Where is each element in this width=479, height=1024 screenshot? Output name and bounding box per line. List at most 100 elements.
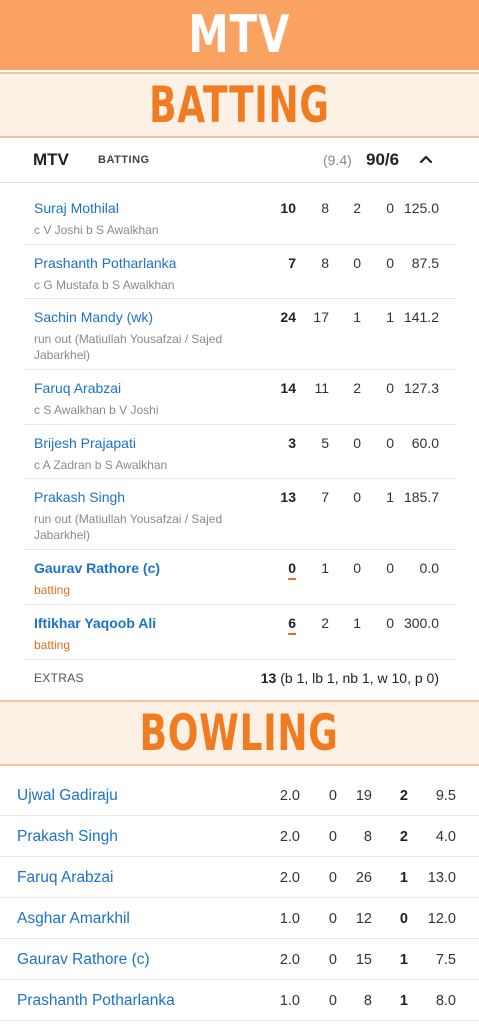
- bowler-row[interactable]: Asghar Amarkhil 1.0 0 12 0 12.0: [0, 899, 479, 939]
- bowler-wickets: 1: [399, 952, 408, 968]
- bowler-name[interactable]: Gaurav Rathore (c): [17, 951, 150, 969]
- bowler-name[interactable]: Prashanth Potharlanka: [17, 992, 175, 1010]
- bowler-economy: 4.0: [435, 829, 456, 845]
- batter-dismissal: batting: [34, 583, 71, 597]
- team-banner-title: MTV: [188, 5, 291, 65]
- batter-name[interactable]: Prakash Singh: [34, 489, 125, 505]
- batter-strike-rate: 127.3: [403, 380, 439, 396]
- batter-strike-rate: 185.7: [403, 489, 439, 505]
- batter-name[interactable]: Prashanth Potharlanka: [34, 255, 176, 271]
- bowler-row[interactable]: Faruq Arabzai 2.0 0 26 1 13.0: [0, 858, 479, 898]
- batting-section-banner: BATTING: [0, 72, 479, 138]
- extras-row: EXTRAS 13 (b 1, lb 1, nb 1, w 10, p 0): [24, 660, 456, 696]
- batter-row[interactable]: Prashanth Potharlanka c G Mustafa b S Awa…: [24, 245, 456, 299]
- batter-runs: 24: [280, 309, 296, 325]
- batter-runs: 13: [280, 489, 296, 505]
- batter-row[interactable]: Gaurav Rathore (c) batting 0 1 0 0 0.0: [24, 550, 456, 605]
- batter-dismissal: run out (Matiullah Yousafzai / Sajed Jab…: [34, 332, 223, 362]
- extras-value: 13 (b 1, lb 1, nb 1, w 10, p 0): [261, 670, 439, 686]
- bowling-section-banner: BOWLING: [0, 700, 479, 766]
- batter-sixes: 0: [386, 380, 394, 396]
- batter-runs: 14: [280, 380, 296, 396]
- bowler-maidens: 0: [328, 952, 337, 968]
- header-divider: [0, 182, 479, 183]
- batter-balls: 11: [314, 380, 329, 396]
- bowler-economy: 8.0: [435, 993, 456, 1009]
- batter-strike-rate: 87.5: [411, 255, 439, 271]
- batter-balls: 7: [321, 489, 329, 505]
- batter-runs: 10: [280, 200, 296, 216]
- batter-balls: 17: [313, 309, 329, 325]
- bowler-runs: 12: [355, 911, 372, 927]
- batter-balls: 8: [321, 255, 329, 271]
- batter-runs: 0: [288, 560, 296, 576]
- batter-name[interactable]: Gaurav Rathore (c): [34, 560, 160, 576]
- chevron-up-icon[interactable]: [418, 152, 434, 166]
- bowler-runs: 15: [355, 952, 372, 968]
- bowler-economy: 9.5: [435, 788, 456, 804]
- bowler-row[interactable]: Gaurav Rathore (c) 2.0 0 15 1 7.5: [0, 940, 479, 980]
- batter-sixes: 1: [386, 489, 394, 505]
- batter-name[interactable]: Faruq Arabzai: [34, 380, 121, 396]
- bowler-wickets: 1: [399, 993, 408, 1009]
- batter-name[interactable]: Brijesh Prajapati: [34, 435, 136, 451]
- bowler-wickets: 2: [399, 829, 408, 845]
- bowler-name[interactable]: Asghar Amarkhil: [17, 910, 130, 928]
- bowler-name[interactable]: Ujwal Gadiraju: [17, 787, 118, 805]
- bowler-wickets: 1: [399, 870, 408, 886]
- batter-fours: 2: [353, 380, 361, 396]
- bowler-maidens: 0: [328, 788, 337, 804]
- bowler-economy: 13.0: [427, 870, 456, 886]
- bowler-overs: 1.0: [279, 993, 300, 1009]
- batter-balls: 8: [321, 200, 329, 216]
- team-banner: MTV: [0, 0, 479, 70]
- bowler-runs: 19: [355, 788, 372, 804]
- batter-runs: 3: [288, 435, 296, 451]
- batter-row[interactable]: Brijesh Prajapati c A Zadran b S Awalkhan…: [24, 425, 456, 479]
- bowler-overs: 2.0: [279, 829, 300, 845]
- batter-sixes: 0: [386, 435, 394, 451]
- bowling-heading: BOWLING: [140, 704, 339, 762]
- batter-name[interactable]: Iftikhar Yaqoob Ali: [34, 615, 156, 631]
- batter-runs: 6: [288, 615, 296, 631]
- batter-dismissal: c G Mustafa b S Awalkhan: [34, 278, 175, 292]
- batter-row[interactable]: Prakash Singh run out (Matiullah Yousafza…: [24, 479, 456, 550]
- batter-name[interactable]: Sachin Mandy (wk): [34, 309, 153, 325]
- batter-dismissal: c A Zadran b S Awalkhan: [34, 458, 168, 472]
- bowler-runs: 8: [363, 993, 372, 1009]
- bowler-row[interactable]: Prashanth Potharlanka 1.0 0 8 1 8.0: [0, 981, 479, 1021]
- batter-strike-rate: 141.2: [403, 309, 439, 325]
- batter-balls: 5: [321, 435, 329, 451]
- batter-name[interactable]: Suraj Mothilal: [34, 200, 119, 216]
- batter-row[interactable]: Iftikhar Yaqoob Ali batting 6 2 1 0 300.0: [24, 605, 456, 660]
- batter-sixes: 0: [386, 255, 394, 271]
- bowler-maidens: 0: [328, 829, 337, 845]
- batter-fours: 0: [353, 435, 361, 451]
- batter-sixes: 1: [386, 309, 394, 325]
- batter-balls: 1: [321, 560, 329, 576]
- bowler-name[interactable]: Prakash Singh: [17, 828, 118, 846]
- innings-state: BATTING: [98, 154, 150, 166]
- batter-fours: 2: [353, 200, 361, 216]
- bowler-wickets: 2: [399, 788, 408, 804]
- batter-row[interactable]: Faruq Arabzai c S Awalkhan b V Joshi 14 11 2…: [24, 370, 456, 425]
- innings-score: 90/6: [366, 150, 400, 169]
- innings-team-name: MTV: [33, 150, 69, 169]
- bowler-name[interactable]: Faruq Arabzai: [17, 869, 114, 887]
- batter-sixes: 0: [386, 615, 394, 631]
- batter-dismissal: run out (Matiullah Yousafzai / Sajed Jab…: [34, 512, 223, 542]
- batter-fours: 0: [353, 255, 361, 271]
- bowler-overs: 1.0: [279, 911, 300, 927]
- batter-fours: 0: [353, 489, 361, 505]
- bowler-row[interactable]: Prakash Singh 2.0 0 8 2 4.0: [0, 817, 479, 857]
- batter-fours: 0: [353, 560, 361, 576]
- batter-dismissal: c V Joshi b S Awalkhan: [34, 223, 159, 237]
- innings-header[interactable]: MTV BATTING (9.4) 90/6: [0, 140, 456, 180]
- batter-sixes: 0: [386, 200, 394, 216]
- bowler-row[interactable]: Ujwal Gadiraju 2.0 0 19 2 9.5: [0, 776, 479, 816]
- batter-row[interactable]: Sachin Mandy (wk) run out (Matiullah Yous…: [24, 299, 456, 370]
- batter-row[interactable]: Suraj Mothilal c V Joshi b S Awalkhan 10 8 2…: [24, 190, 456, 245]
- batter-strike-rate: 125.0: [403, 200, 439, 216]
- extras-label: EXTRAS: [34, 671, 84, 685]
- bowler-maidens: 0: [328, 870, 337, 886]
